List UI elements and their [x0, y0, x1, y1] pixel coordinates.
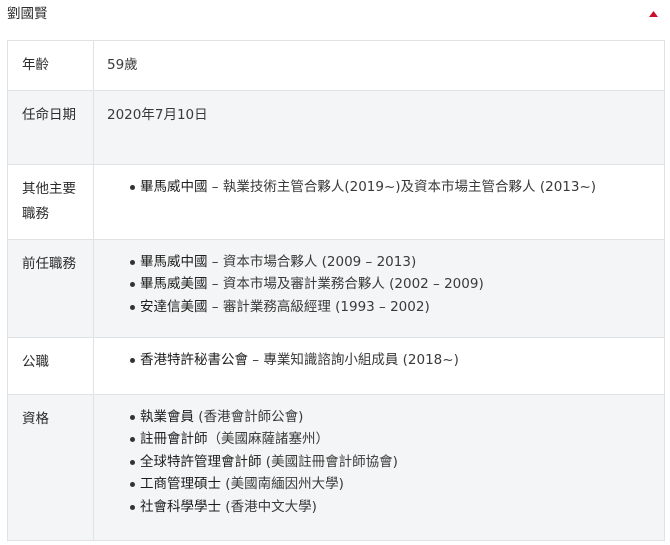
triangle-up-icon — [648, 11, 658, 17]
row-value: 香港特許秘書公會 – 專業知識諮詢小組成員 (2018~) — [93, 337, 665, 395]
row-label: 資格 — [7, 394, 94, 541]
list-item: 香港特許秘書公會 – 專業知識諮詢小組成員 (2018~) — [94, 349, 654, 371]
row-label: 任命日期 — [7, 90, 94, 165]
qualification-name: 執業會員 — [140, 409, 194, 425]
row-label: 前任職務 — [7, 239, 94, 338]
bullet-list: 畢馬威中國 – 資本市場合夥人 (2009 – 2013) 畢馬威美國 – 資本… — [94, 251, 654, 318]
qualification-name: 全球特許管理會計師 — [140, 453, 262, 470]
collapse-button[interactable] — [646, 8, 660, 20]
table-row-public-service: 公職 香港特許秘書公會 – 專業知識諮詢小組成員 (2018~) — [7, 337, 665, 395]
list-item: 全球特許管理會計師 (美國註冊會計師協會) — [94, 451, 654, 473]
item-detail: 資本市場及審計業務合夥人 (2002 – 2009) — [222, 276, 484, 293]
bullet-list: 執業會員 (香港會計師公會) 註冊會計師（美國麻薩諸塞州） 全球特許管理會計師 … — [94, 406, 654, 518]
list-item: 畢馬威中國 – 執業技術主管合夥人(2019~)及資本市場主管合夥人 (2013… — [94, 176, 654, 198]
item-detail: 專業知識諮詢小組成員 (2018~) — [263, 352, 459, 368]
row-label: 其他主要職務 — [7, 164, 94, 240]
row-value: 59歲 — [93, 40, 665, 91]
organization-name: 畢馬威中國 — [140, 179, 208, 195]
row-label: 年齡 — [7, 40, 94, 91]
organization-name: 畢馬威美國 — [140, 276, 208, 293]
list-item: 工商管理碩士 (美國南緬因州大學) — [94, 473, 654, 495]
row-value: 2020年7月10日 — [93, 90, 665, 165]
table-row-age: 年齡 59歲 — [7, 40, 665, 91]
bullet-list: 畢馬威中國 – 執業技術主管合夥人(2019~)及資本市場主管合夥人 (2013… — [94, 176, 654, 198]
item-detail: 審計業務高級經理 (1993 – 2002) — [222, 298, 430, 315]
profile-table: 年齡 59歲 任命日期 2020年7月10日 其他主要職務 畢馬威中國 – 執業… — [7, 40, 665, 541]
organization-name: 香港特許秘書公會 — [140, 352, 248, 368]
list-item: 安達信美國 – 審計業務高級經理 (1993 – 2002) — [94, 296, 654, 318]
row-label: 公職 — [7, 337, 94, 395]
table-row-qualifications: 資格 執業會員 (香港會計師公會) 註冊會計師（美國麻薩諸塞州） 全球特許管理會… — [7, 394, 665, 541]
table-row-other-positions: 其他主要職務 畢馬威中國 – 執業技術主管合夥人(2019~)及資本市場主管合夥… — [7, 164, 665, 240]
bullet-list: 香港特許秘書公會 – 專業知識諮詢小組成員 (2018~) — [94, 349, 654, 371]
qualification-name: 工商管理碩士 — [140, 476, 221, 493]
item-separator: – — [207, 276, 223, 293]
organization-name: 畢馬威中國 — [140, 254, 208, 270]
item-separator: – — [207, 254, 223, 270]
item-separator: – — [207, 298, 223, 315]
list-item: 畢馬威美國 – 資本市場及審計業務合夥人 (2002 – 2009) — [94, 273, 654, 295]
row-value: 執業會員 (香港會計師公會) 註冊會計師（美國麻薩諸塞州） 全球特許管理會計師 … — [93, 394, 665, 541]
qualification-name: 社會科學學士 — [140, 498, 221, 515]
list-item: 社會科學學士 (香港中文大學) — [94, 496, 654, 518]
organization-name: 安達信美國 — [140, 298, 208, 315]
item-detail: (香港會計師公會) — [198, 409, 304, 425]
list-item: 執業會員 (香港會計師公會) — [94, 406, 654, 428]
row-value: 畢馬威中國 – 執業技術主管合夥人(2019~)及資本市場主管合夥人 (2013… — [93, 164, 665, 240]
accordion-header[interactable]: 劉國賢 — [0, 0, 670, 28]
item-detail: 資本市場合夥人 (2009 – 2013) — [222, 254, 417, 270]
row-value: 畢馬威中國 – 資本市場合夥人 (2009 – 2013) 畢馬威美國 – 資本… — [93, 239, 665, 338]
table-row-appointment-date: 任命日期 2020年7月10日 — [7, 90, 665, 165]
qualification-name: 註冊會計師 — [140, 431, 208, 448]
table-row-previous-positions: 前任職務 畢馬威中國 – 資本市場合夥人 (2009 – 2013) 畢馬威美國… — [7, 239, 665, 338]
item-separator: – — [207, 179, 223, 195]
list-item: 註冊會計師（美國麻薩諸塞州） — [94, 428, 654, 450]
item-separator: – — [248, 352, 264, 368]
item-detail: (美國註冊會計師協會) — [265, 453, 398, 470]
accordion-title: 劉國賢 — [7, 6, 48, 22]
item-detail: (香港中文大學) — [225, 498, 317, 515]
list-item: 畢馬威中國 – 資本市場合夥人 (2009 – 2013) — [94, 251, 654, 273]
item-detail: (美國南緬因州大學) — [225, 476, 344, 493]
item-detail: （美國麻薩諸塞州） — [207, 431, 330, 448]
item-detail: 執業技術主管合夥人(2019~)及資本市場主管合夥人 (2013~) — [222, 179, 597, 195]
